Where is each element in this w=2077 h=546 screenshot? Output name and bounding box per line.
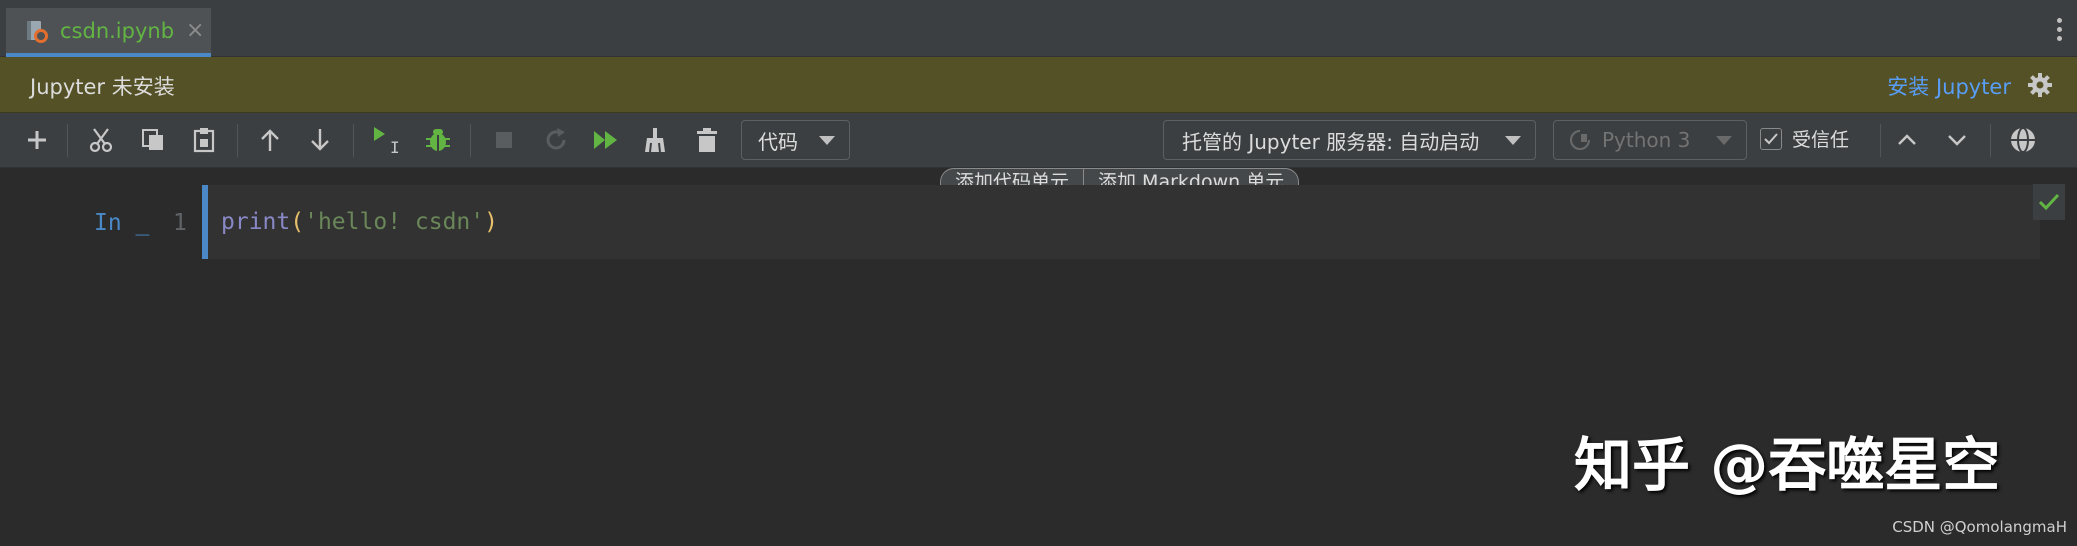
credit-text: CSDN @QomolangmaH [1892,518,2067,536]
cut-icon[interactable] [86,125,116,155]
cell-type-value: 代码 [758,129,798,154]
close-tab-icon[interactable]: × [186,18,204,43]
line-number: 1 [173,210,187,236]
trusted-checkbox[interactable] [1760,127,1782,150]
notebook-editor: 添加代码单元 添加 Markdown 单元 In _ 1 print('hell… [0,168,2077,546]
move-cell-down-icon[interactable] [305,125,335,155]
move-cell-up-icon[interactable] [255,125,285,155]
banner-message: Jupyter 未安装 [30,75,175,99]
restart-kernel-icon[interactable] [541,125,571,155]
clear-outputs-icon[interactable] [640,125,670,155]
run-all-icon[interactable] [591,125,621,155]
copy-icon[interactable] [138,125,168,155]
kernel-select[interactable]: Python 3 [1553,120,1747,160]
code-line[interactable]: print('hello! csdn') [221,209,498,235]
chevron-down-icon [1505,135,1521,145]
tab-csdn-notebook[interactable]: csdn.ipynb × [6,8,211,57]
trusted-label: 受信任 [1792,129,1850,151]
svg-text:I: I [390,138,400,155]
inspection-ok-icon[interactable] [2033,184,2065,220]
jupyter-server-select[interactable]: 托管的 Jupyter 服务器: 自动启动 [1163,120,1536,160]
add-cell-icon[interactable] [22,125,52,155]
tab-label: csdn.ipynb [60,18,175,43]
notebook-file-icon [24,18,50,44]
cell-type-select[interactable]: 代码 [741,120,850,160]
more-options-icon[interactable] [2057,18,2063,41]
server-value: 托管的 Jupyter 服务器: 自动启动 [1182,129,1480,154]
jupyter-not-installed-banner: Jupyter 未安装 安装 Jupyter [0,57,2077,113]
code-paren-close: ) [484,209,498,235]
code-cell[interactable]: print('hello! csdn') [202,185,2040,259]
cell-execution-prompt: In _ [94,210,150,236]
kernel-value: Python 3 [1602,128,1691,152]
code-string: 'hello! csdn' [304,209,485,235]
install-jupyter-link[interactable]: 安装 Jupyter [1887,71,2011,101]
code-function: print [221,209,291,235]
globe-icon[interactable] [2008,125,2038,155]
kernel-plug-icon [1570,130,1590,150]
chevron-up-icon[interactable] [1892,125,1922,155]
watermark-text: 知乎 @吞噬星空 [1574,431,2001,499]
paste-icon[interactable] [189,125,219,155]
delete-cell-icon[interactable] [692,125,722,155]
editor-tab-bar: csdn.ipynb × [0,0,2077,57]
gear-icon[interactable] [2027,72,2053,98]
run-cell-icon[interactable]: I [370,125,406,155]
notebook-toolbar: I 代码 托管的 Jupyter 服务器: 自动启动 Python 3 受信任 [0,113,2077,168]
debug-cell-icon[interactable] [423,125,453,155]
chevron-down-icon [1716,135,1732,145]
code-paren-open: ( [290,209,305,235]
stop-icon[interactable] [489,125,519,155]
trusted-toggle[interactable]: 受信任 [1760,125,1849,152]
chevron-down-icon [819,135,835,145]
chevron-down-icon[interactable] [1942,125,1972,155]
